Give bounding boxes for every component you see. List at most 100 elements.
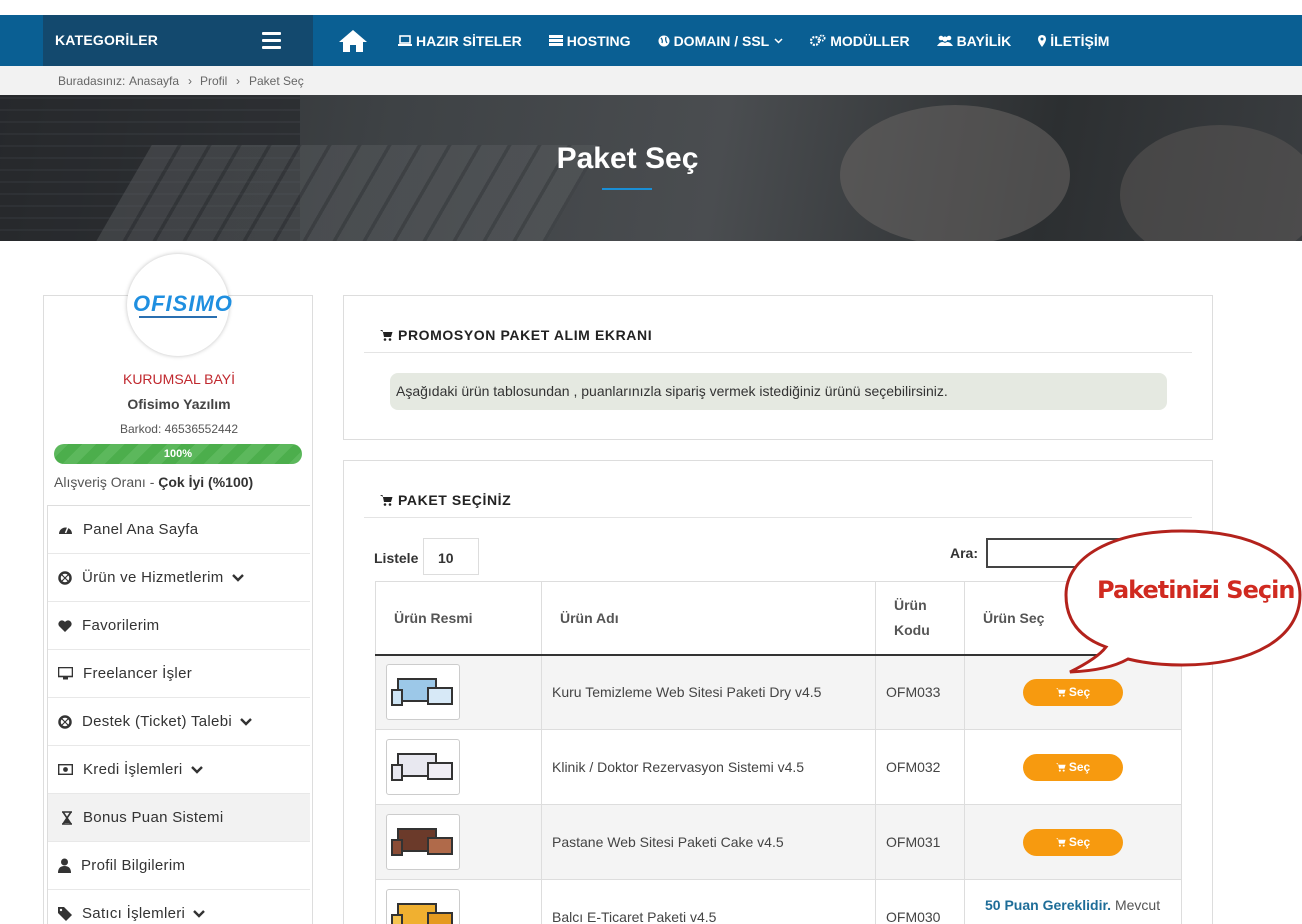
rating-value: Çok İyi (%100) <box>158 474 254 490</box>
breadcrumb-home[interactable]: Anasayfa <box>129 74 179 88</box>
table-header-row: Ürün Resmi Ürün Adı Ürün Kodu Ürün Seç <box>375 581 1182 656</box>
sidebar-item-profil-bilgilerim[interactable]: Profil Bilgilerim <box>48 842 310 890</box>
progress-bar: 100% <box>54 444 302 464</box>
panel-divider <box>364 352 1192 353</box>
globe-icon <box>658 35 670 46</box>
panel-divider <box>364 517 1192 518</box>
nav-moduller[interactable]: MODÜLLER <box>810 33 910 49</box>
table-row: Balcı E-Ticaret Paketi v4.5 OFM030 50 Pu… <box>375 879 1182 924</box>
product-thumbnail[interactable] <box>386 664 460 721</box>
select-button[interactable]: Seç <box>1023 828 1123 856</box>
page-size-label: Listele <box>374 550 419 566</box>
nav-hazir-siteler[interactable]: HAZIR SİTELER <box>398 33 522 49</box>
chevron-down-icon <box>774 37 783 44</box>
table-row: Kuru Temizleme Web Sitesi Paketi Dry v4.… <box>375 654 1182 730</box>
select-button[interactable]: Seç <box>1023 753 1123 781</box>
hamburger-menu-icon[interactable] <box>262 32 281 49</box>
sidebar-item-satici-islemleri[interactable]: Satıcı İşlemleri <box>48 890 310 924</box>
nav-hosting-label: HOSTING <box>566 32 631 49</box>
page-title: Paket Seç <box>556 142 699 175</box>
product-image-cell <box>375 729 542 805</box>
company-logo: OFISIMO <box>133 291 233 316</box>
server-icon <box>548 35 563 46</box>
product-image-cell <box>375 879 542 924</box>
select-button-label: Seç <box>1068 835 1091 849</box>
nav-hazir-siteler-label: HAZIR SİTELER <box>416 32 522 49</box>
avatar: OFISIMO <box>127 254 233 356</box>
product-thumbnail[interactable] <box>386 739 460 795</box>
sidebar-item-label: Profil Bilgilerim <box>81 857 186 874</box>
column-header-code[interactable]: Ürün Kodu <box>875 581 965 656</box>
callout-text: Paketinizi Seçin <box>1097 576 1295 604</box>
packages-panel-title: PAKET SEÇİNİZ <box>380 492 511 508</box>
product-name: Pastane Web Sitesi Paketi Cake v4.5 <box>541 804 876 880</box>
nav-hosting[interactable]: HOSTING <box>548 32 631 49</box>
breadcrumb-separator: › <box>188 74 192 88</box>
sidebar-item-label: Panel Ana Sayfa <box>83 521 199 538</box>
select-cell: Seç <box>964 804 1182 880</box>
column-header-name[interactable]: Ürün Adı <box>541 581 876 656</box>
sidebar-item-label: Ürün ve Hizmetlerim <box>82 569 224 586</box>
column-header-code-text: Ürün Kodu <box>894 596 930 638</box>
sidebar-item-bonus-puan[interactable]: Bonus Puan Sistemi <box>48 794 310 842</box>
money-icon <box>58 764 73 775</box>
categories-toggle[interactable]: KATEGORİLER <box>43 15 313 66</box>
laptop-icon <box>398 35 412 46</box>
cart-icon <box>1055 837 1066 847</box>
cart-icon <box>380 494 393 506</box>
product-image-cell <box>375 654 542 730</box>
chevron-down-icon <box>190 765 203 774</box>
nav-iletisim-label: İLETİŞİM <box>1050 32 1110 49</box>
product-code: OFM032 <box>875 729 965 805</box>
sidebar-item-panel-ana-sayfa[interactable]: Panel Ana Sayfa <box>48 506 310 554</box>
hero-banner: Paket Seç <box>0 95 1302 241</box>
nav-domain-ssl-label: DOMAIN / SSL <box>673 32 770 49</box>
sidebar-item-label: Favorilerim <box>82 617 160 634</box>
promo-panel: PROMOSYON PAKET ALIM EKRANI Aşağıdaki ür… <box>343 295 1213 440</box>
product-code: OFM030 <box>875 879 965 924</box>
nav-domain-ssl[interactable]: DOMAIN / SSL <box>658 33 784 49</box>
product-thumbnail[interactable] <box>386 889 460 924</box>
search-label: Ara: <box>950 545 979 561</box>
product-name: Klinik / Doktor Rezervasyon Sistemi v4.5 <box>541 729 876 805</box>
nav-bayilik[interactable]: BAYİLİK <box>936 32 1012 49</box>
sidebar-item-freelancer-isler[interactable]: Freelancer İşler <box>48 650 310 698</box>
home-link[interactable] <box>338 29 372 53</box>
hourglass-icon <box>62 810 72 825</box>
points-required-bold: 50 Puan Gereklidir. <box>985 897 1112 913</box>
sidebar-item-destek-talebi[interactable]: Destek (Ticket) Talebi <box>48 698 310 746</box>
points-required-rest: Mevcut <box>1114 897 1161 913</box>
rating-prefix: Alışveriş Oranı - <box>54 474 155 490</box>
dashboard-icon <box>59 526 72 534</box>
dealer-role: KURUMSAL BAYİ <box>122 371 236 387</box>
product-code: OFM033 <box>875 654 965 730</box>
chevron-down-icon <box>240 717 252 726</box>
page-size-select[interactable]: 10 <box>423 538 479 575</box>
profile-sidebar: KURUMSAL BAYİ Ofisimo Yazılım Barkod: 46… <box>43 295 313 924</box>
cart-icon <box>1055 762 1066 772</box>
column-header-image[interactable]: Ürün Resmi <box>375 581 542 656</box>
sidebar-menu: Panel Ana Sayfa Ürün ve Hizmetlerim Favo… <box>47 505 310 924</box>
nav-iletisim[interactable]: İLETİŞİM <box>1038 33 1109 49</box>
select-button-label: Seç <box>1068 760 1091 774</box>
sidebar-item-kredi-islemleri[interactable]: Kredi İşlemleri <box>48 746 310 794</box>
page: KATEGORİLER HAZIR SİTELER HOSTING DOMAIN… <box>0 0 1302 924</box>
points-required-text: 50 Puan Gereklidir. Mevcut <box>975 894 1181 916</box>
packages-title-text: PAKET SEÇİNİZ <box>398 492 512 508</box>
nav-bayilik-label: BAYİLİK <box>956 32 1012 49</box>
table-row: Klinik / Doktor Rezervasyon Sistemi v4.5… <box>375 729 1182 805</box>
shopping-rating: Alışveriş Oranı - Çok İyi (%100) <box>54 474 253 490</box>
promo-panel-title: PROMOSYON PAKET ALIM EKRANI <box>380 327 652 343</box>
monitor-icon <box>58 667 73 680</box>
sidebar-item-urun-hizmetlerim[interactable]: Ürün ve Hizmetlerim <box>48 554 310 602</box>
map-pin-icon <box>1038 34 1047 47</box>
sidebar-item-label: Satıcı İşlemleri <box>82 905 186 922</box>
breadcrumb-profile[interactable]: Profil <box>200 74 227 88</box>
promo-info-alert: Aşağıdaki ürün tablosundan , puanlarınız… <box>390 373 1167 410</box>
tag-icon <box>58 906 72 921</box>
table-row: Pastane Web Sitesi Paketi Cake v4.5 OFM0… <box>375 804 1182 880</box>
select-cell: Seç <box>964 729 1182 805</box>
sidebar-item-favorilerim[interactable]: Favorilerim <box>48 602 310 650</box>
sidebar-item-label: Freelancer İşler <box>83 665 193 682</box>
product-thumbnail[interactable] <box>386 814 460 870</box>
